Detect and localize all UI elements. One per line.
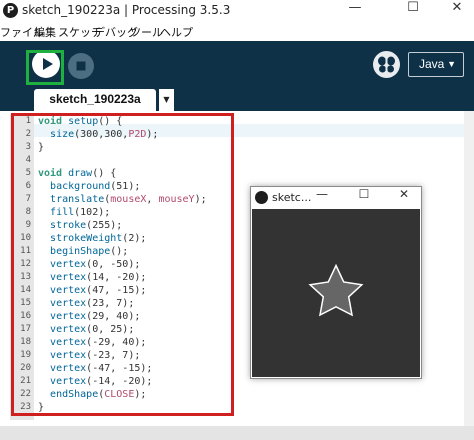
sketch-canvas[interactable] xyxy=(252,209,420,377)
stop-button[interactable] xyxy=(68,53,94,79)
tab-label: sketch_190223a xyxy=(49,92,141,106)
tab-sketch[interactable]: sketch_190223a xyxy=(34,89,156,111)
sketch-output-window[interactable]: sketc... — ☐ ✕ xyxy=(250,186,422,379)
code-highlight-box xyxy=(11,113,234,416)
mode-label: Java xyxy=(419,57,445,71)
sketch-title-bar: sketc... — ☐ ✕ xyxy=(251,187,421,209)
tab-menu-button[interactable]: ▼ xyxy=(159,89,174,111)
title-bar: P sketch_190223a | Processing 3.5.3 — ☐ … xyxy=(0,0,474,22)
chevron-down-icon: ▼ xyxy=(447,59,456,69)
butterfly-icon xyxy=(378,56,395,73)
menu-help[interactable]: ヘルプ xyxy=(160,24,193,40)
menu-tools[interactable]: ツール xyxy=(130,24,163,40)
window-title: sketch_190223a | Processing 3.5.3 xyxy=(22,3,231,17)
run-button-highlight xyxy=(26,50,64,85)
toolbar: Java ▼ xyxy=(0,41,474,89)
star-shape xyxy=(308,263,364,317)
processing-app-icon: P xyxy=(3,3,18,18)
vertical-scrollbar[interactable] xyxy=(464,111,474,426)
mode-selector[interactable]: Java ▼ xyxy=(408,52,464,77)
sketch-close-button[interactable]: ✕ xyxy=(393,187,415,209)
sketch-window-title: sketc... xyxy=(272,191,312,204)
horizontal-scrollbar[interactable] xyxy=(0,426,474,440)
menu-bar: ファイル 編集 スケッチ デバッグ ツール ヘルプ xyxy=(0,22,474,41)
processing-app-icon xyxy=(255,191,268,204)
stop-icon xyxy=(76,61,86,71)
close-button[interactable]: ✕ xyxy=(440,0,474,22)
maximize-button[interactable]: ☐ xyxy=(396,0,430,22)
minimize-button[interactable]: — xyxy=(338,0,372,22)
menu-edit[interactable]: 編集 xyxy=(34,24,56,40)
tab-bar: sketch_190223a ▼ xyxy=(0,89,474,111)
sketch-minimize-button[interactable]: — xyxy=(311,187,333,209)
sketch-maximize-button[interactable]: ☐ xyxy=(353,187,375,209)
debug-button[interactable] xyxy=(373,51,400,78)
star-drawing xyxy=(308,263,364,317)
